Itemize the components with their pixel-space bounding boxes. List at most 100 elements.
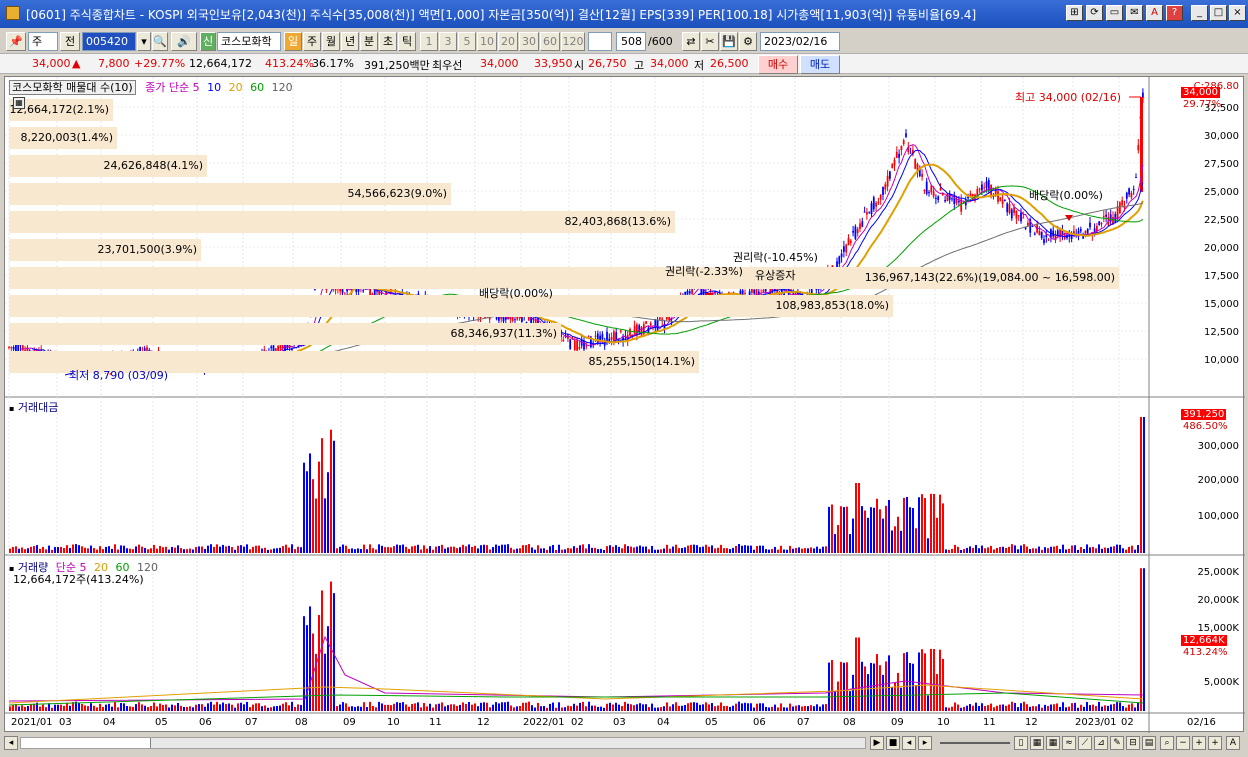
candle xyxy=(870,203,873,215)
volume-bar xyxy=(363,702,365,711)
period-second-tab[interactable]: 초 xyxy=(379,32,397,51)
speaker-icon[interactable]: 🔊 xyxy=(171,32,197,51)
amount-bar xyxy=(237,545,239,553)
panel-collapse-icon[interactable]: ▪ xyxy=(9,404,14,413)
prev-button[interactable]: 전 xyxy=(60,32,80,51)
interval-60[interactable]: 60 xyxy=(540,32,560,51)
buy-button[interactable]: 매수 xyxy=(758,55,798,74)
zoom-in-icon[interactable]: + xyxy=(1192,736,1206,750)
amount-bar xyxy=(87,548,89,553)
period-year-tab[interactable]: 년 xyxy=(341,32,359,51)
speed-slider[interactable] xyxy=(940,742,1010,744)
interval-3[interactable]: 3 xyxy=(439,32,457,51)
candle xyxy=(868,211,871,213)
interval-20[interactable]: 20 xyxy=(498,32,518,51)
minimize-button[interactable]: _ xyxy=(1191,5,1208,21)
period-month-tab[interactable]: 월 xyxy=(322,32,340,51)
period-minute-tab[interactable]: 분 xyxy=(360,32,378,51)
scroll-left-icon[interactable]: ◂ xyxy=(4,736,18,750)
interval-1[interactable]: 1 xyxy=(420,32,438,51)
volume-bar xyxy=(786,707,788,711)
window-ctl-tile[interactable]: ⊞ xyxy=(1066,5,1083,21)
interval-10[interactable]: 10 xyxy=(477,32,497,51)
window-ctl-font[interactable]: A xyxy=(1146,5,1163,21)
tools-icon[interactable]: ✂ xyxy=(701,32,719,51)
chart-area[interactable]: 12,664,172(2.1%) 8,220,003(1.4%) 24,626,… xyxy=(4,76,1245,733)
pencil-icon[interactable]: ✎ xyxy=(1110,736,1124,750)
maximize-button[interactable]: □ xyxy=(1210,5,1227,21)
volume-bar xyxy=(108,703,110,711)
custom-interval-select[interactable] xyxy=(588,32,612,51)
arrows-icon[interactable]: ⇄ xyxy=(682,32,700,51)
play-icon[interactable]: ▶ xyxy=(870,736,884,750)
toolbar: 📌 주 전 005420 ▾ 🔍 🔊 신 코스모화학 일 주 월 년 분 초 틱… xyxy=(0,30,1248,52)
volume-bar xyxy=(1119,702,1121,711)
amount-bar xyxy=(1092,546,1094,553)
draw-icon[interactable]: ≈ xyxy=(1062,736,1076,750)
grid-toggle-icon[interactable]: ▤ xyxy=(1142,736,1156,750)
stop-icon[interactable]: ■ xyxy=(886,736,900,750)
volume-bar xyxy=(24,706,26,711)
volume-bar xyxy=(936,674,938,711)
amount-bar xyxy=(963,549,965,553)
window-ctl-mail[interactable]: ✉ xyxy=(1126,5,1143,21)
scroll-thumb[interactable] xyxy=(21,738,151,748)
window-ctl-frame[interactable]: ▭ xyxy=(1106,5,1123,21)
amount-bar xyxy=(1041,549,1043,553)
zoom-icon[interactable]: ⌕ xyxy=(1160,736,1174,750)
volume-bar xyxy=(951,706,953,711)
chart-type-icon[interactable]: ⊟ xyxy=(1126,736,1140,750)
bar-count-input[interactable]: 508 xyxy=(616,32,646,51)
interval-120[interactable]: 120 xyxy=(561,32,585,51)
pin-icon[interactable]: 📌 xyxy=(6,32,26,51)
price-panel-title[interactable]: 코스모화학 매물대 수(10) xyxy=(9,80,136,95)
zoom-out-icon[interactable]: − xyxy=(1176,736,1190,750)
layout-icon[interactable]: ▦ xyxy=(1030,736,1044,750)
interval-5[interactable]: 5 xyxy=(458,32,476,51)
plus-icon[interactable]: + xyxy=(1208,736,1222,750)
amount-bar xyxy=(600,548,602,553)
interval-30[interactable]: 30 xyxy=(519,32,539,51)
volume-bar xyxy=(933,649,935,711)
stock-name-field[interactable]: 코스모화학 xyxy=(217,32,281,51)
search-icon[interactable]: 🔍 xyxy=(152,32,168,51)
step-back-icon[interactable]: ◂ xyxy=(902,736,916,750)
grid-icon[interactable]: ▦ xyxy=(13,97,25,109)
auto-icon[interactable]: A xyxy=(1226,736,1240,750)
layout2-icon[interactable]: ▦ xyxy=(1046,736,1060,750)
amount-bar xyxy=(99,546,101,553)
low-label: 저 xyxy=(694,59,705,72)
amount-bar xyxy=(1020,545,1022,553)
volume-bar xyxy=(549,703,551,711)
code-dropdown-icon[interactable]: ▾ xyxy=(137,32,151,51)
candle xyxy=(946,194,949,202)
window-ctl-help[interactable]: ? xyxy=(1166,5,1183,21)
date-input[interactable]: 2023/02/16 xyxy=(760,32,840,51)
volume-bar xyxy=(639,703,641,711)
amount-bar xyxy=(360,548,362,553)
candle xyxy=(921,173,923,177)
window-ctl-refresh[interactable]: ⟳ xyxy=(1086,5,1103,21)
period-day-tab[interactable]: 일 xyxy=(284,32,302,51)
horizontal-scrollbar[interactable] xyxy=(20,737,866,749)
volume-bar xyxy=(303,616,305,711)
volume-bar xyxy=(459,704,461,711)
ratio-icon[interactable]: ⊿ xyxy=(1094,736,1108,750)
save-icon[interactable]: 💾 xyxy=(720,32,738,51)
stock-code-input[interactable]: 005420 xyxy=(82,32,136,51)
amount-bar xyxy=(366,549,368,553)
view-icon[interactable]: ▯ xyxy=(1014,736,1028,750)
fast-forward-icon[interactable]: ▸ xyxy=(918,736,932,750)
amount-bar xyxy=(951,548,953,553)
close-button[interactable]: × xyxy=(1229,5,1246,21)
sell-button[interactable]: 매도 xyxy=(800,55,840,74)
volume-bar xyxy=(45,707,47,711)
period-type-select[interactable]: 주 xyxy=(28,32,58,51)
period-tick-tab[interactable]: 틱 xyxy=(398,32,416,51)
volume-tick: 20,000K xyxy=(1197,595,1239,606)
ma-10-label: 10 xyxy=(207,81,222,94)
volume-bar xyxy=(735,703,737,711)
period-week-tab[interactable]: 주 xyxy=(303,32,321,51)
settings-icon[interactable]: ⚙ xyxy=(739,32,757,51)
line-icon[interactable]: ⟋ xyxy=(1078,736,1092,750)
